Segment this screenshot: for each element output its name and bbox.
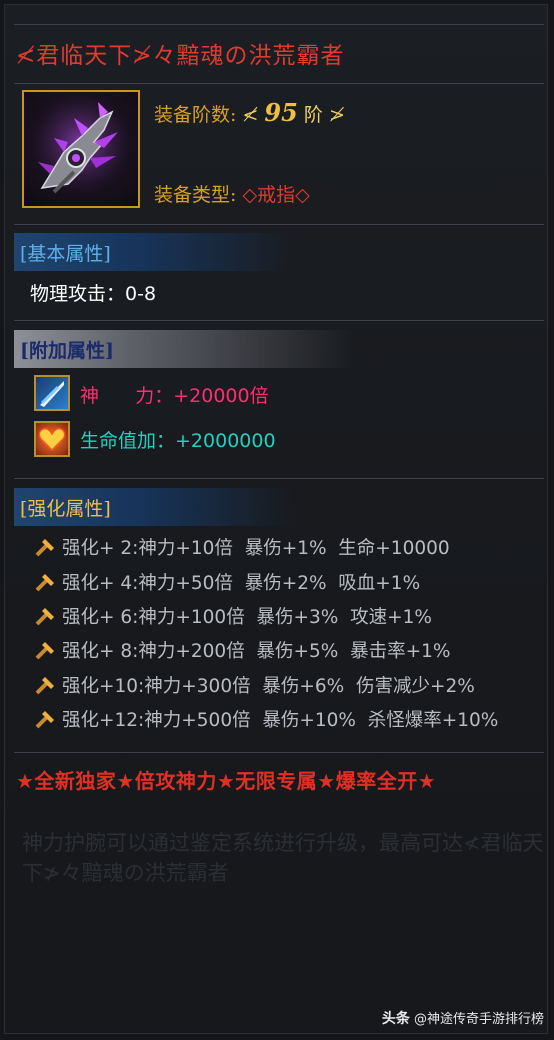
level-label: 装备阶数: (154, 104, 237, 126)
divider (14, 224, 544, 225)
type-value: ◇戒指◇ (242, 184, 310, 206)
watermark-platform: 头条 (381, 1011, 410, 1027)
basic-attributes-header: [基本属性] (14, 233, 544, 271)
sword-slash-icon (34, 375, 70, 411)
enhance-row-text: 强化+ 4:神力+50倍 暴伤+2% 吸血+1% (62, 572, 421, 594)
enhance-row-text: 强化+12:神力+500倍 暴伤+10% 杀怪爆率+10% (62, 710, 499, 732)
extra-header-label: [附加属性] (20, 339, 114, 362)
list-item: 强化+12:神力+500倍 暴伤+10% 杀怪爆率+10% (34, 702, 498, 736)
item-title: ≮君临天下≯々黯魂の洪荒霸者 (16, 43, 345, 69)
enhance-header-label: [强化属性] (20, 497, 111, 520)
hammer-icon (35, 539, 54, 557)
item-type-row: 装备类型: ◇戒指◇ (154, 180, 310, 207)
enhance-row-text: 强化+ 2:神力+10倍 暴伤+1% 生命+10000 (62, 538, 450, 560)
hammer-icon (35, 607, 54, 626)
watermark-account: @神途传奇手游排行榜 (413, 1012, 544, 1027)
basic-header-label: [基本属性] (20, 242, 111, 265)
level-value: 95 (264, 98, 298, 127)
power-attribute: 神 力：+20000倍 (80, 381, 269, 408)
list-item: 强化+ 2:神力+10倍 暴伤+1% 生命+10000 (34, 530, 498, 564)
enhance-list: 强化+ 2:神力+10倍 暴伤+1% 生命+10000 强化+ 4:神力+50倍… (34, 530, 498, 736)
item-description: 神力护腕可以通过鉴定系统进行升级，最高可达≮君临天下≯々黯魂の洪荒霸者 (22, 831, 544, 885)
enhance-row-text: 强化+ 8:神力+200倍 暴伤+5% 暴击率+1% (62, 641, 451, 663)
list-item: 强化+ 8:神力+200倍 暴伤+5% 暴击率+1% (34, 633, 498, 667)
physical-attack-stat: 物理攻击：0-8 (30, 283, 157, 305)
extra-attributes-header: [附加属性] (14, 330, 544, 368)
enhance-row-text: 强化+10:神力+300倍 暴伤+6% 伤害减少+2% (62, 675, 475, 697)
life-attribute: 生命值加：+2000000 (80, 426, 276, 453)
heart-icon (34, 421, 70, 457)
purple-claw-ring-icon (22, 90, 140, 208)
hammer-icon (35, 642, 54, 660)
life-label: 生命值加： (80, 430, 176, 452)
level-open: ≮ (242, 104, 259, 126)
type-label: 装备类型: (154, 184, 237, 206)
level-close: ≯ (328, 104, 345, 126)
list-item: 强化+ 6:神力+100倍 暴伤+3% 攻速+1% (34, 599, 498, 633)
divider (14, 752, 544, 753)
list-item: 强化+10:神力+300倍 暴伤+6% 伤害减少+2% (34, 668, 498, 702)
source-watermark: 头条 @神途传奇手游排行榜 (382, 1008, 544, 1028)
hammer-icon (35, 676, 54, 695)
divider (14, 24, 544, 25)
life-value: +2000000 (175, 430, 276, 452)
divider (14, 320, 544, 321)
enhance-row-text: 强化+ 6:神力+100倍 暴伤+3% 攻速+1% (62, 606, 432, 628)
hammer-icon (35, 573, 54, 591)
power-value: +20000倍 (173, 385, 269, 407)
power-label: 神 力： (80, 385, 174, 407)
enhance-attributes-header: [强化属性] (14, 488, 544, 526)
level-unit: 阶 (303, 104, 323, 126)
hammer-icon (35, 711, 54, 729)
list-item: 强化+ 4:神力+50倍 暴伤+2% 吸血+1% (34, 564, 498, 598)
divider (14, 478, 544, 479)
promo-banner: ★全新独家★倍攻神力★无限专属★爆率全开★ (16, 769, 437, 793)
item-level-row: 装备阶数: ≮ 95 阶 ≯ (154, 98, 345, 127)
divider (14, 83, 544, 84)
